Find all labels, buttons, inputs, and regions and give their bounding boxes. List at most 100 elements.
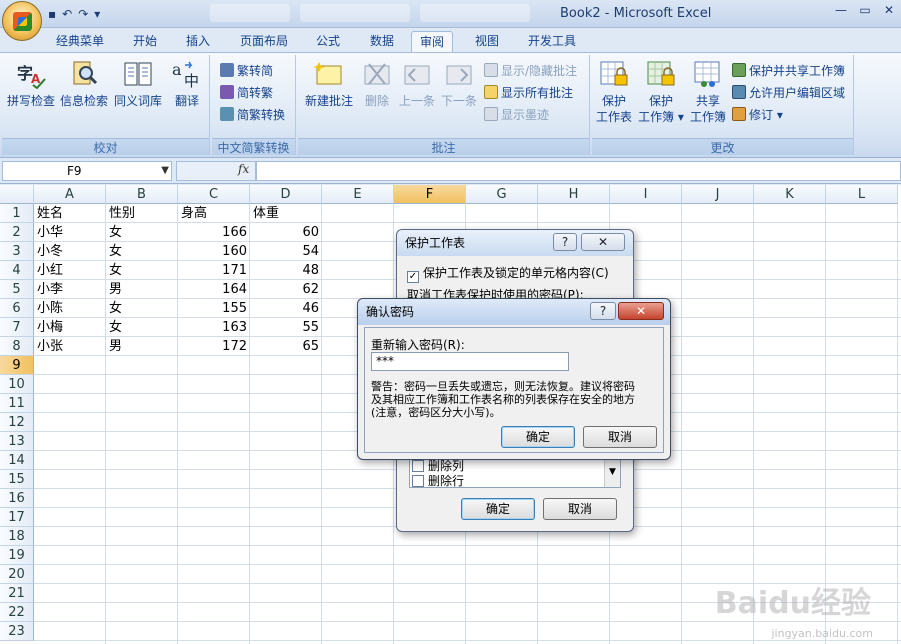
cell-b5[interactable]: 男 (106, 280, 178, 299)
cell-a7[interactable]: 小梅 (34, 318, 106, 337)
row-header-19[interactable]: 19 (0, 546, 34, 565)
cell-c1[interactable]: 身高 (178, 204, 250, 223)
cell-c7[interactable]: 163 (178, 318, 250, 337)
customize-qat-icon[interactable]: ▾ (94, 7, 100, 21)
redo-icon[interactable]: ↷ (78, 7, 88, 21)
column-header-e[interactable]: E (322, 185, 394, 204)
row-header-17[interactable]: 17 (0, 508, 34, 527)
name-box[interactable]: F9 ▼ (2, 161, 172, 181)
protect-dialog-help-button[interactable]: ? (553, 233, 577, 251)
list-scrollbar[interactable]: ▼ (604, 457, 620, 487)
column-header-l[interactable]: L (826, 185, 898, 204)
cell-b6[interactable]: 女 (106, 299, 178, 318)
protect-ok-button[interactable]: 确定 (461, 498, 535, 520)
confirm-dialog-help-button[interactable]: ? (590, 302, 616, 320)
column-header-c[interactable]: C (178, 185, 250, 204)
protect-dialog-close-button[interactable]: ✕ (581, 233, 625, 251)
row-header-3[interactable]: 3 (0, 242, 34, 261)
row-header-12[interactable]: 12 (0, 413, 34, 432)
column-header-f[interactable]: F (394, 185, 466, 204)
tab-developer[interactable]: 开发工具 (520, 31, 584, 52)
cell-a5[interactable]: 小李 (34, 280, 106, 299)
to-traditional-button[interactable]: 简转繁 (220, 83, 273, 103)
delete-comment-button[interactable]: 删除 (358, 59, 396, 109)
close-window-button[interactable]: ✕ (877, 0, 901, 20)
column-header-g[interactable]: G (466, 185, 538, 204)
show-all-comments-button[interactable]: 显示所有批注 (484, 83, 573, 103)
column-header-a[interactable]: A (34, 185, 106, 204)
restore-button[interactable]: ▭ (853, 0, 877, 20)
cell-c8[interactable]: 172 (178, 337, 250, 356)
cell-a1[interactable]: 姓名 (34, 204, 106, 223)
column-header-b[interactable]: B (106, 185, 178, 204)
protect-workbook-button[interactable]: 保护 工作簿 ▾ (636, 59, 686, 125)
column-header-h[interactable]: H (538, 185, 610, 204)
save-icon[interactable]: ▪ (48, 7, 56, 21)
cell-a2[interactable]: 小华 (34, 223, 106, 242)
row-header-1[interactable]: 1 (0, 204, 34, 223)
cell-b7[interactable]: 女 (106, 318, 178, 337)
cell-b8[interactable]: 男 (106, 337, 178, 356)
to-simplified-button[interactable]: 繁转简 (220, 61, 273, 81)
row-header-9[interactable]: 9 (0, 356, 34, 375)
tab-review[interactable]: 审阅 (411, 31, 454, 52)
row-header-2[interactable]: 2 (0, 223, 34, 242)
perm-delete-rows[interactable]: 删除行 (412, 472, 464, 489)
row-header-22[interactable]: 22 (0, 603, 34, 622)
insert-function-icon[interactable]: fx (238, 162, 249, 176)
tab-insert[interactable]: 插入 (178, 31, 218, 52)
undo-icon[interactable]: ↶ (62, 7, 72, 21)
show-ink-button[interactable]: 显示墨迹 (484, 105, 549, 125)
column-header-j[interactable]: J (682, 185, 754, 204)
row-header-6[interactable]: 6 (0, 299, 34, 318)
cell-b3[interactable]: 女 (106, 242, 178, 261)
row-header-18[interactable]: 18 (0, 527, 34, 546)
thesaurus-button[interactable]: 同义词库 (110, 59, 166, 109)
share-workbook-button[interactable]: 共享 工作簿 (686, 59, 730, 125)
minimize-button[interactable]: — (829, 0, 853, 20)
tab-view[interactable]: 视图 (467, 31, 507, 52)
row-header-21[interactable]: 21 (0, 584, 34, 603)
cell-a3[interactable]: 小冬 (34, 242, 106, 261)
cell-d3[interactable]: 54 (250, 242, 322, 261)
protect-sheet-checkbox[interactable]: ✓ 保护工作表及锁定的单元格内容(C) (407, 264, 609, 283)
row-header-11[interactable]: 11 (0, 394, 34, 413)
formula-input[interactable] (256, 161, 901, 181)
row-header-16[interactable]: 16 (0, 489, 34, 508)
protect-sheet-button[interactable]: 保护 工作表 (594, 59, 634, 125)
tab-formulas[interactable]: 公式 (308, 31, 348, 52)
cell-a8[interactable]: 小张 (34, 337, 106, 356)
spelling-button[interactable]: 字A 拼写检查 (4, 59, 58, 109)
cell-c4[interactable]: 171 (178, 261, 250, 280)
row-header-10[interactable]: 10 (0, 375, 34, 394)
protect-cancel-button[interactable]: 取消 (543, 498, 617, 520)
cell-a4[interactable]: 小红 (34, 261, 106, 280)
cell-b4[interactable]: 女 (106, 261, 178, 280)
cell-c5[interactable]: 164 (178, 280, 250, 299)
protect-share-button[interactable]: 保护并共享工作簿 (732, 61, 845, 81)
row-header-5[interactable]: 5 (0, 280, 34, 299)
confirm-ok-button[interactable]: 确定 (501, 426, 575, 448)
row-header-7[interactable]: 7 (0, 318, 34, 337)
reenter-password-input[interactable]: *** (371, 352, 569, 371)
name-box-dropdown-icon[interactable]: ▼ (161, 162, 169, 180)
row-header-14[interactable]: 14 (0, 451, 34, 470)
column-header-i[interactable]: I (610, 185, 682, 204)
column-header-k[interactable]: K (754, 185, 826, 204)
cell-c3[interactable]: 160 (178, 242, 250, 261)
tab-data[interactable]: 数据 (362, 31, 402, 52)
cell-d6[interactable]: 46 (250, 299, 322, 318)
office-button[interactable] (2, 1, 42, 41)
allow-edit-ranges-button[interactable]: 允许用户编辑区域 (732, 83, 845, 103)
tab-page-layout[interactable]: 页面布局 (232, 31, 296, 52)
new-comment-button[interactable]: 新建批注 (300, 59, 358, 109)
confirm-cancel-button[interactable]: 取消 (583, 426, 657, 448)
tab-classic-menu[interactable]: 经典菜单 (48, 31, 112, 52)
row-header-8[interactable]: 8 (0, 337, 34, 356)
cell-b1[interactable]: 性别 (106, 204, 178, 223)
cell-d7[interactable]: 55 (250, 318, 322, 337)
cell-c6[interactable]: 155 (178, 299, 250, 318)
next-comment-button[interactable]: 下一条 (438, 59, 480, 109)
translate-button[interactable]: a中 翻译 (166, 59, 208, 109)
permissions-list[interactable]: 删除列 删除行 ▼ (409, 456, 621, 488)
